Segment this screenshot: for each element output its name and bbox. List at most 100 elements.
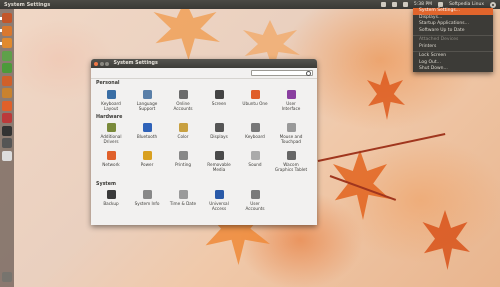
settings-item-sublabel: Access (211, 206, 227, 211)
settings-item[interactable]: Power (129, 151, 165, 167)
system-settings-window: System Settings Personal Hardware System… (91, 59, 317, 225)
wallpaper-leaf (153, 0, 220, 60)
settings-item-sublabel: Support (138, 106, 156, 111)
firefox-icon[interactable] (2, 38, 12, 48)
running-indicator (0, 16, 2, 20)
settings-item[interactable]: Network (93, 151, 129, 167)
menu-separator (413, 35, 493, 36)
settings-item-sublabel: Accounts (245, 206, 265, 211)
settings-item[interactable]: Keyboard Layout (93, 90, 129, 111)
trash-icon[interactable] (2, 272, 12, 282)
settings-item-label: System Info (134, 201, 160, 206)
user-interface-icon (286, 90, 296, 99)
settings-item[interactable]: System Info (129, 190, 165, 206)
search-input[interactable] (251, 69, 313, 76)
menu-item[interactable]: Printers (413, 44, 493, 51)
disk-icon[interactable] (2, 150, 12, 161)
window-title: System Settings (113, 61, 158, 66)
settings-item[interactable]: Printing (165, 151, 201, 167)
wallpaper-leaf (367, 70, 405, 120)
user-icon[interactable] (438, 2, 444, 7)
menu-item[interactable]: Shut Down... (413, 66, 493, 73)
power-icon (142, 151, 152, 160)
removable-media-icon (214, 151, 224, 160)
keyboard-layout-icon (106, 90, 116, 99)
clock-icon (178, 190, 188, 199)
dash-icon[interactable] (2, 13, 12, 23)
sound-icon (250, 151, 260, 160)
mouse-icon (286, 123, 296, 132)
settings-item-label: Sound (248, 162, 262, 167)
settings-item[interactable]: Screen (201, 90, 237, 106)
maximize-button[interactable] (105, 61, 109, 66)
displays-icon (214, 123, 224, 132)
settings-item[interactable]: Bluetooth (129, 123, 165, 139)
settings-item[interactable]: Language Support (129, 90, 165, 111)
mail-icon[interactable] (380, 2, 386, 7)
settings-item-label: Network (102, 162, 120, 167)
impress-icon[interactable] (2, 75, 12, 86)
menu-separator (413, 51, 493, 52)
files-icon[interactable] (2, 25, 12, 36)
settings-item[interactable]: Keyboard (237, 123, 273, 139)
section-system: System (96, 182, 116, 187)
system-info-icon (142, 190, 152, 199)
settings-item-sublabel: Accounts (173, 106, 193, 111)
wallpaper-leaf (422, 210, 470, 270)
settings-item[interactable]: Universal Access (201, 190, 237, 211)
settings-item[interactable]: Ubuntu One (237, 90, 273, 106)
network-icon (106, 151, 116, 160)
settings-item-sublabel: Layout (103, 106, 119, 111)
settings-item-label: Bluetooth (136, 134, 158, 139)
minimize-button[interactable] (99, 61, 104, 66)
settings-icon[interactable] (2, 113, 12, 123)
settings-item[interactable]: Removable Media (201, 151, 237, 172)
settings-item-sublabel: Media (212, 167, 226, 172)
ubuntu-one-icon (250, 90, 260, 99)
settings-item[interactable]: User Interface (273, 90, 309, 111)
calc-icon[interactable] (2, 63, 12, 73)
settings-item[interactable]: Displays (201, 123, 237, 139)
bluetooth-icon (142, 123, 152, 132)
settings-item[interactable]: User Accounts (237, 190, 273, 211)
window-titlebar[interactable]: System Settings (91, 59, 317, 68)
workspaces-icon[interactable] (2, 138, 12, 148)
backup-icon (106, 190, 116, 199)
launcher (0, 9, 14, 287)
settings-item[interactable]: Wacom Graphics Tablet (273, 151, 309, 172)
section-hardware: Hardware (96, 115, 123, 120)
settings-item[interactable]: Sound (237, 151, 273, 167)
active-app-title: System Settings (4, 1, 51, 8)
terminal-icon[interactable] (2, 125, 12, 136)
settings-item-label: Keyboard (245, 134, 265, 139)
settings-item[interactable]: Backup (93, 190, 129, 206)
accessibility-icon (214, 190, 224, 199)
clock[interactable]: 5:38 PM (414, 2, 432, 7)
session-menu: System Settings... Displays... Startup App… (413, 8, 493, 72)
settings-item[interactable]: Time & Date (165, 190, 201, 206)
settings-item[interactable]: Color (165, 123, 201, 139)
settings-item[interactable]: Mouse and Touchpad (273, 123, 309, 144)
settings-item-label: Color (177, 134, 189, 139)
window-toolbar (91, 68, 317, 79)
writer-icon[interactable] (2, 50, 12, 61)
user-name[interactable]: Softpedia Linux (449, 2, 484, 7)
network-icon[interactable] (391, 2, 397, 7)
settings-item-label: Time & Date (169, 201, 197, 206)
settings-item-label: Backup (103, 201, 119, 206)
ubuntu-one-icon[interactable] (2, 100, 12, 111)
settings-item-sublabel: Drivers (103, 139, 119, 144)
settings-item-label: Power (140, 162, 154, 167)
software-center-icon[interactable] (2, 88, 12, 98)
screen-icon (214, 90, 224, 99)
settings-item[interactable]: Additional Drivers (93, 123, 129, 144)
volume-icon[interactable] (402, 2, 408, 7)
menu-item[interactable]: Software Up to Date (413, 28, 493, 35)
settings-item[interactable]: Online Accounts (165, 90, 201, 111)
close-button[interactable] (94, 61, 98, 66)
settings-item-label: Displays (210, 134, 228, 139)
settings-item-label: Printing (174, 162, 192, 167)
gear-icon[interactable] (490, 1, 496, 8)
language-icon (142, 90, 152, 99)
drivers-icon (106, 123, 116, 132)
